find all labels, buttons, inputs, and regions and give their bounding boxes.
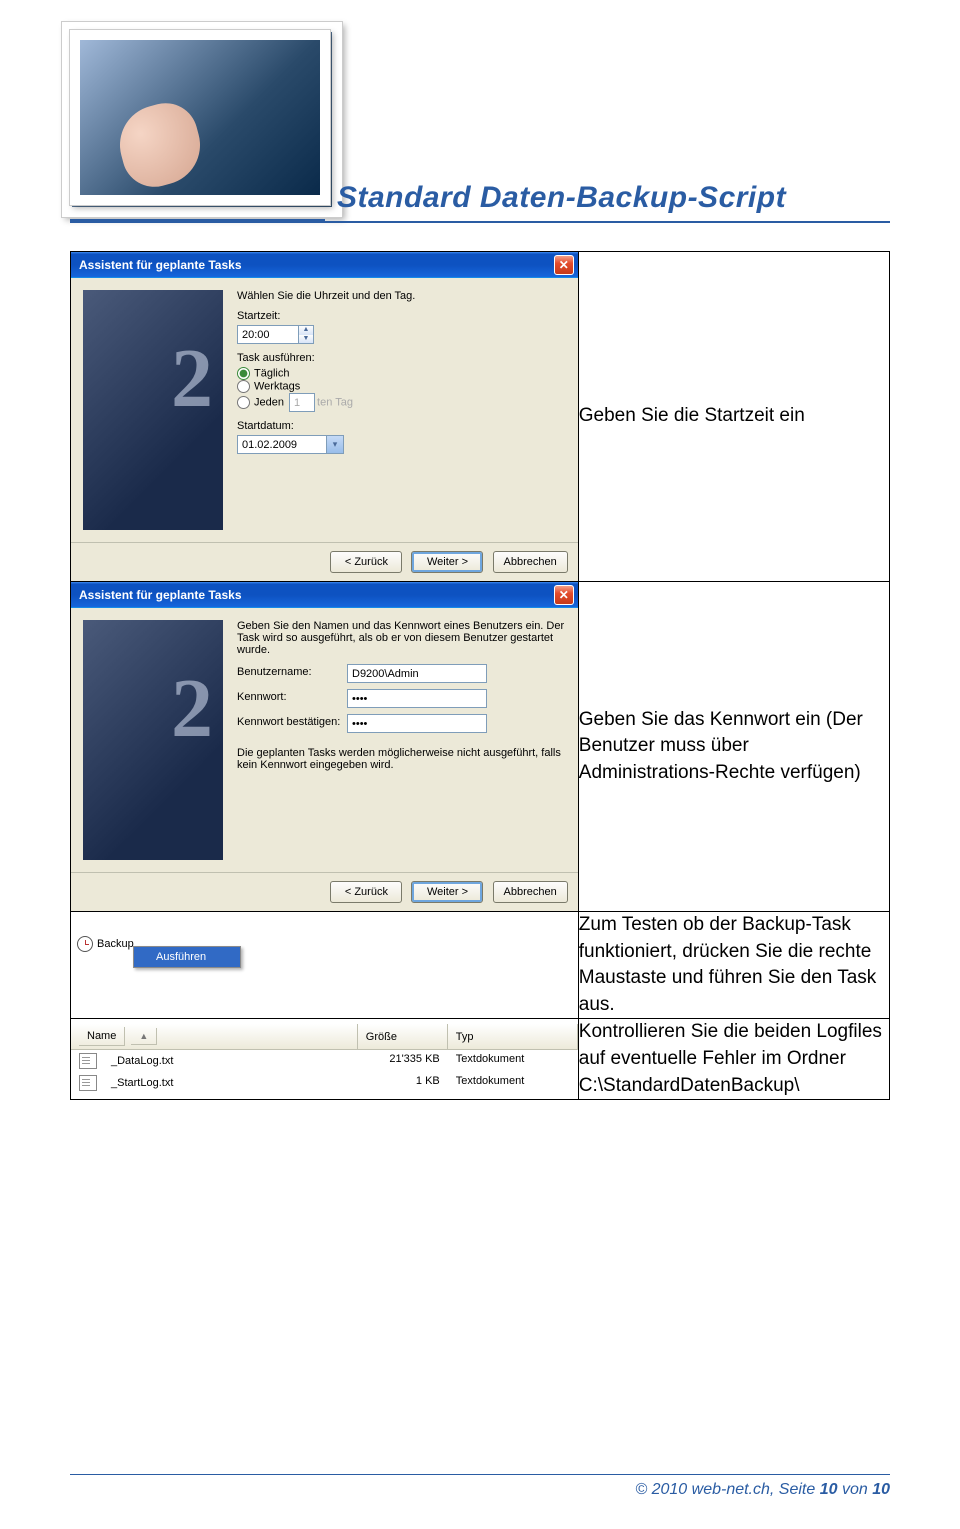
every-suffix: ten Tag bbox=[317, 397, 353, 409]
row3-instruction: Zum Testen ob der Backup-Task funktionie… bbox=[578, 912, 889, 1019]
scheduled-task-wizard-credentials: Assistent für geplante Tasks ✕ Geben Sie… bbox=[71, 582, 578, 911]
file-row[interactable]: _DataLog.txt 21'335 KB Textdokument bbox=[71, 1050, 578, 1072]
execute-label: Task ausführen: bbox=[237, 352, 566, 364]
context-menu-run[interactable]: Ausführen bbox=[134, 947, 240, 967]
file-name: _StartLog.txt bbox=[103, 1076, 181, 1090]
dialog-title: Assistent für geplante Tasks bbox=[79, 588, 554, 602]
sort-asc-icon: ▲ bbox=[131, 1028, 157, 1045]
file-name: _DataLog.txt bbox=[103, 1054, 181, 1068]
dialog-titlebar[interactable]: Assistent für geplante Tasks ✕ bbox=[71, 582, 578, 608]
dialog-password-cell: Assistent für geplante Tasks ✕ Geben Sie… bbox=[71, 582, 579, 912]
time-spinner[interactable]: ▲▼ bbox=[299, 325, 314, 344]
cancel-button[interactable]: Abbrechen bbox=[493, 551, 568, 573]
col-name[interactable]: Name▲ bbox=[71, 1024, 358, 1050]
dialog-title: Assistent für geplante Tasks bbox=[79, 258, 554, 272]
file-list-header: Name▲ Größe Typ bbox=[71, 1024, 578, 1050]
radio-every[interactable] bbox=[237, 396, 250, 409]
dialog-time-cell: Assistent für geplante Tasks ✕ Wählen Si… bbox=[71, 252, 579, 582]
next-button[interactable]: Weiter > bbox=[411, 881, 483, 903]
wizard-sidebar-image bbox=[83, 620, 223, 860]
dropdown-icon[interactable]: ▾ bbox=[327, 435, 344, 454]
username-input[interactable] bbox=[347, 664, 487, 683]
context-menu-cell: Backup Ausführen bbox=[71, 912, 579, 1019]
footer-page-label: Seite bbox=[779, 1481, 820, 1498]
spin-down-icon[interactable]: ▼ bbox=[299, 335, 313, 344]
footer-page-current: 10 bbox=[820, 1481, 838, 1498]
col-size[interactable]: Größe bbox=[358, 1024, 448, 1050]
footer-page-total: 10 bbox=[872, 1481, 890, 1498]
col-type[interactable]: Typ bbox=[448, 1024, 578, 1050]
context-menu: Ausführen bbox=[133, 946, 241, 968]
wizard-sidebar-image bbox=[83, 290, 223, 530]
dialog-prompt: Geben Sie den Namen und das Kennwort ein… bbox=[237, 620, 566, 656]
radio-weekdays-label: Werktags bbox=[254, 380, 300, 392]
file-size: 1 KB bbox=[358, 1074, 448, 1092]
text-file-icon bbox=[79, 1075, 97, 1091]
footer-copyright: © 2010 web-net.ch bbox=[635, 1481, 770, 1498]
username-label: Benutzername: bbox=[237, 666, 347, 678]
row4-instruction: Kontrollieren Sie die beiden Logfiles au… bbox=[578, 1019, 889, 1100]
back-button[interactable]: < Zurück bbox=[330, 881, 402, 903]
password-confirm-input[interactable] bbox=[347, 714, 487, 733]
row2-instruction: Geben Sie das Kennwort ein (Der Benutzer… bbox=[578, 582, 889, 912]
startdate-input[interactable] bbox=[237, 435, 327, 454]
every-count-input bbox=[289, 393, 315, 412]
task-item[interactable]: Backup bbox=[77, 936, 134, 952]
file-list-cell: Name▲ Größe Typ _DataLog.txt 21'335 KB T… bbox=[71, 1019, 579, 1100]
cancel-button[interactable]: Abbrechen bbox=[493, 881, 568, 903]
page-footer: © 2010 web-net.ch, Seite 10 von 10 bbox=[70, 1474, 890, 1499]
header: Standard Daten-Backup-Script bbox=[70, 30, 890, 223]
scheduled-task-icon bbox=[77, 936, 93, 952]
header-photo bbox=[70, 30, 330, 205]
radio-every-label: Jeden bbox=[254, 397, 284, 409]
file-type: Textdokument bbox=[448, 1052, 578, 1070]
content-table: Assistent für geplante Tasks ✕ Wählen Si… bbox=[70, 251, 890, 1100]
close-icon[interactable]: ✕ bbox=[554, 255, 574, 275]
password-input[interactable] bbox=[347, 689, 487, 708]
starttime-label: Startzeit: bbox=[237, 310, 566, 322]
dialog-prompt: Wählen Sie die Uhrzeit und den Tag. bbox=[237, 290, 566, 302]
task-label: Backup bbox=[97, 938, 134, 950]
file-type: Textdokument bbox=[448, 1074, 578, 1092]
scheduled-task-wizard-time: Assistent für geplante Tasks ✕ Wählen Si… bbox=[71, 252, 578, 581]
back-button[interactable]: < Zurück bbox=[330, 551, 402, 573]
row1-instruction: Geben Sie die Startzeit ein bbox=[578, 252, 889, 582]
next-button[interactable]: Weiter > bbox=[411, 551, 483, 573]
startdate-label: Startdatum: bbox=[237, 420, 566, 432]
text-file-icon bbox=[79, 1053, 97, 1069]
password-confirm-label: Kennwort bestätigen: bbox=[237, 716, 347, 728]
password-label: Kennwort: bbox=[237, 691, 347, 703]
file-size: 21'335 KB bbox=[358, 1052, 448, 1070]
radio-weekdays[interactable] bbox=[237, 380, 250, 393]
radio-daily[interactable] bbox=[237, 367, 250, 380]
spin-up-icon[interactable]: ▲ bbox=[299, 326, 313, 335]
file-row[interactable]: _StartLog.txt 1 KB Textdokument bbox=[71, 1072, 578, 1094]
close-icon[interactable]: ✕ bbox=[554, 585, 574, 605]
password-note: Die geplanten Tasks werden möglicherweis… bbox=[237, 747, 566, 771]
dialog-titlebar[interactable]: Assistent für geplante Tasks ✕ bbox=[71, 252, 578, 278]
page-title: Standard Daten-Backup-Script bbox=[337, 181, 786, 215]
starttime-input[interactable] bbox=[237, 325, 299, 344]
radio-daily-label: Täglich bbox=[254, 367, 289, 379]
